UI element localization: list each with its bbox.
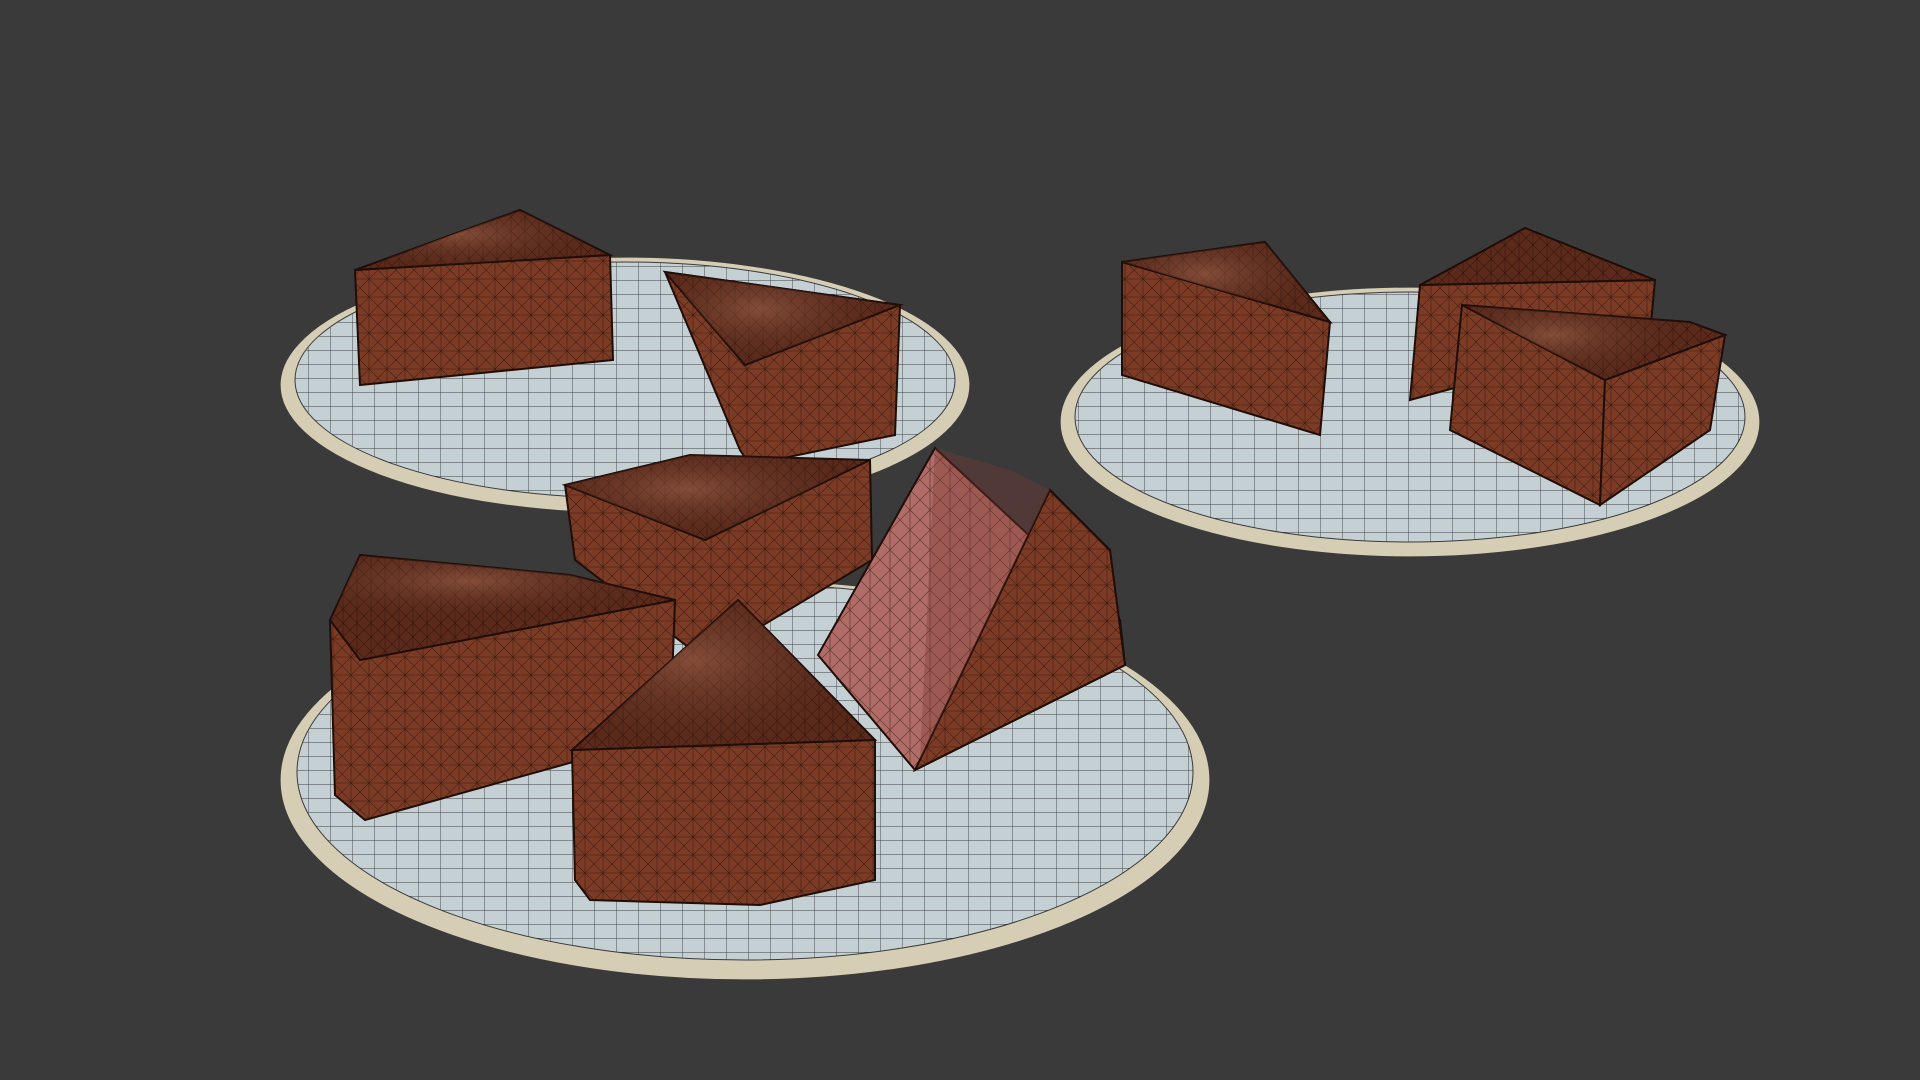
3d-viewport[interactable] (0, 0, 1920, 1080)
cake-slice-1[interactable] (353, 208, 615, 387)
